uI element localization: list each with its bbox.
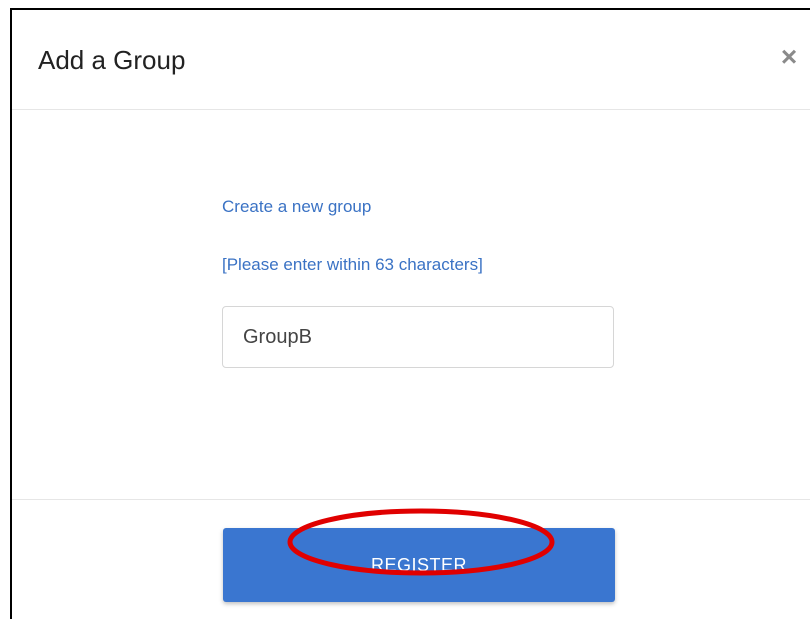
group-name-input[interactable]: [222, 306, 614, 368]
dialog-title: Add a Group: [38, 45, 186, 75]
dialog-body: Create a new group [Please enter within …: [12, 111, 810, 499]
dialog-footer: REGISTER: [12, 499, 810, 619]
character-limit-hint: [Please enter within 63 characters]: [222, 255, 483, 274]
screenshot-stage: Add a Group × Create a new group [Please…: [0, 0, 810, 619]
close-icon[interactable]: ×: [776, 43, 802, 71]
dialog-header: Add a Group ×: [12, 10, 810, 110]
register-button[interactable]: REGISTER: [223, 528, 615, 602]
add-group-dialog: Add a Group × Create a new group [Please…: [10, 8, 810, 619]
form-heading: Create a new group: [222, 197, 372, 216]
